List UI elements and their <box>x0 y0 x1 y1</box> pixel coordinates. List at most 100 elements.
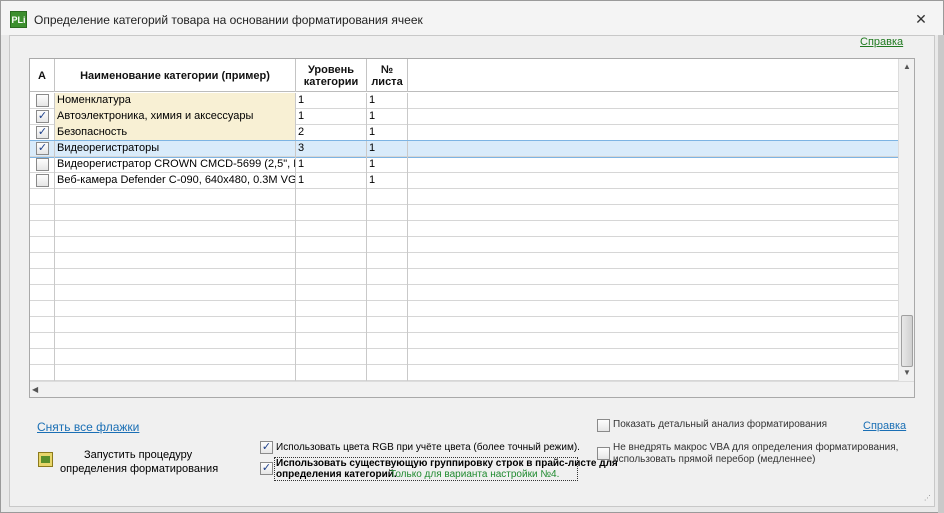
empty-cell <box>30 253 55 269</box>
window-title: Определение категорий товара на основани… <box>34 13 423 27</box>
no-vba-checkbox[interactable] <box>597 447 610 460</box>
row-checkbox-cell: ✓ <box>30 141 55 157</box>
empty-cell <box>55 189 296 205</box>
empty-row <box>30 285 900 301</box>
row-checkbox[interactable] <box>36 174 49 187</box>
row-checkbox[interactable]: ✓ <box>36 126 49 139</box>
header-col-level[interactable]: Уровень категории <box>296 59 367 92</box>
empty-row <box>30 365 900 381</box>
run-procedure-button[interactable]: Запустить процедуру определения форматир… <box>36 446 226 476</box>
empty-cell <box>367 285 408 301</box>
empty-row <box>30 221 900 237</box>
empty-cell <box>367 189 408 205</box>
row-name-cell[interactable]: Безопасность <box>55 125 296 141</box>
row-name-cell[interactable]: Видеорегистратор CROWN CMCD-5699 (2,5", … <box>55 157 296 173</box>
empty-cell <box>30 349 55 365</box>
help-link-bottom[interactable]: Справка <box>863 420 906 432</box>
use-rgb-label: Использовать цвета RGB при учёте цвета (… <box>276 442 580 453</box>
no-vba-label-line1: Не внедрять макрос VBA для определения ф… <box>613 442 899 453</box>
run-icon <box>38 452 53 467</box>
row-checkbox-cell <box>30 93 55 109</box>
close-button[interactable]: ✕ <box>913 11 929 27</box>
row-level-cell[interactable]: 1 <box>296 93 367 109</box>
empty-cell <box>367 269 408 285</box>
row-checkbox-cell: ✓ <box>30 125 55 141</box>
use-rgb-checkbox[interactable]: ✓ <box>260 441 273 454</box>
clear-flags-link[interactable]: Снять все флажки <box>37 420 139 434</box>
empty-cell <box>296 301 367 317</box>
row-sheet-cell[interactable]: 1 <box>367 93 408 109</box>
row-checkbox[interactable] <box>36 158 49 171</box>
row-sheet-cell[interactable]: 1 <box>367 109 408 125</box>
empty-row <box>30 269 900 285</box>
category-grid: A Наименование категории (пример) Уровен… <box>29 58 915 398</box>
help-link-top[interactable]: Справка <box>860 36 903 48</box>
empty-row <box>30 301 900 317</box>
empty-cell <box>367 221 408 237</box>
row-name-cell[interactable]: Веб-камера Defender C-090, 640x480, 0.3M… <box>55 173 296 189</box>
header-col-name[interactable]: Наименование категории (пример) <box>55 59 296 92</box>
run-label-line1: Запустить процедуру <box>84 449 193 461</box>
horizontal-scrollbar[interactable]: ◀ <box>30 381 914 397</box>
row-checkbox[interactable] <box>36 94 49 107</box>
row-name-cell[interactable]: Видеорегистраторы <box>55 141 296 157</box>
no-vba-label-line2: использовать прямой перебор (медленнее) <box>613 454 816 465</box>
empty-cell <box>30 333 55 349</box>
table-row[interactable]: Номенклатура 1 1 <box>30 93 900 109</box>
empty-cell <box>55 317 296 333</box>
table-row[interactable]: Видеорегистратор CROWN CMCD-5699 (2,5", … <box>30 157 900 173</box>
scroll-thumb[interactable] <box>901 315 913 367</box>
row-level-cell[interactable]: 2 <box>296 125 367 141</box>
show-analysis-checkbox[interactable] <box>597 419 610 432</box>
scroll-up-icon[interactable]: ▲ <box>899 59 914 75</box>
empty-cell <box>55 205 296 221</box>
empty-cell <box>296 317 367 333</box>
empty-cell <box>30 221 55 237</box>
row-checkbox[interactable]: ✓ <box>36 142 49 155</box>
empty-cell <box>30 365 55 381</box>
empty-cell <box>55 301 296 317</box>
empty-cell <box>296 205 367 221</box>
row-level-cell[interactable]: 1 <box>296 173 367 189</box>
row-level-cell[interactable]: 3 <box>296 141 367 157</box>
row-name-cell[interactable]: Автоэлектроника, химия и аксессуары <box>55 109 296 125</box>
empty-cell <box>55 285 296 301</box>
scroll-left-icon[interactable]: ◀ <box>32 382 38 397</box>
empty-row <box>30 397 900 398</box>
row-sheet-cell[interactable]: 1 <box>367 141 408 157</box>
row-checkbox-cell <box>30 173 55 189</box>
empty-row <box>30 333 900 349</box>
table-row[interactable]: ✓ Автоэлектроника, химия и аксессуары 1 1 <box>30 109 900 125</box>
row-checkbox[interactable]: ✓ <box>36 110 49 123</box>
empty-row <box>30 349 900 365</box>
scroll-down-icon[interactable]: ▼ <box>899 365 914 381</box>
vertical-scrollbar[interactable]: ▲ ▼ <box>898 59 914 397</box>
empty-cell <box>30 237 55 253</box>
row-level-cell[interactable]: 1 <box>296 157 367 173</box>
show-analysis-label: Показать детальный анализ форматирования <box>613 419 828 430</box>
row-sheet-cell[interactable]: 1 <box>367 157 408 173</box>
use-grouping-checkbox[interactable]: ✓ <box>260 462 273 475</box>
empty-cell <box>296 397 367 398</box>
empty-cell <box>30 301 55 317</box>
window-edge <box>938 35 944 513</box>
resize-grip-icon[interactable]: ⋰ <box>923 495 931 503</box>
empty-cell <box>296 349 367 365</box>
empty-cell <box>55 397 296 398</box>
empty-cell <box>367 205 408 221</box>
row-sheet-cell[interactable]: 1 <box>367 125 408 141</box>
row-sheet-cell[interactable]: 1 <box>367 173 408 189</box>
empty-cell <box>367 317 408 333</box>
header-col-a[interactable]: A <box>30 59 55 92</box>
table-row[interactable]: Веб-камера Defender C-090, 640x480, 0.3M… <box>30 173 900 189</box>
empty-cell <box>30 205 55 221</box>
header-col-sheet[interactable]: № листа <box>367 59 408 92</box>
empty-cell <box>367 333 408 349</box>
row-name-cell[interactable]: Номенклатура <box>55 93 296 109</box>
row-level-cell[interactable]: 1 <box>296 109 367 125</box>
table-row[interactable]: ✓ Видеорегистраторы 3 1 <box>30 140 901 158</box>
table-row[interactable]: ✓ Безопасность 2 1 <box>30 125 900 141</box>
empty-cell <box>55 333 296 349</box>
empty-cell <box>55 349 296 365</box>
app-logo-icon: PLi <box>10 11 27 28</box>
